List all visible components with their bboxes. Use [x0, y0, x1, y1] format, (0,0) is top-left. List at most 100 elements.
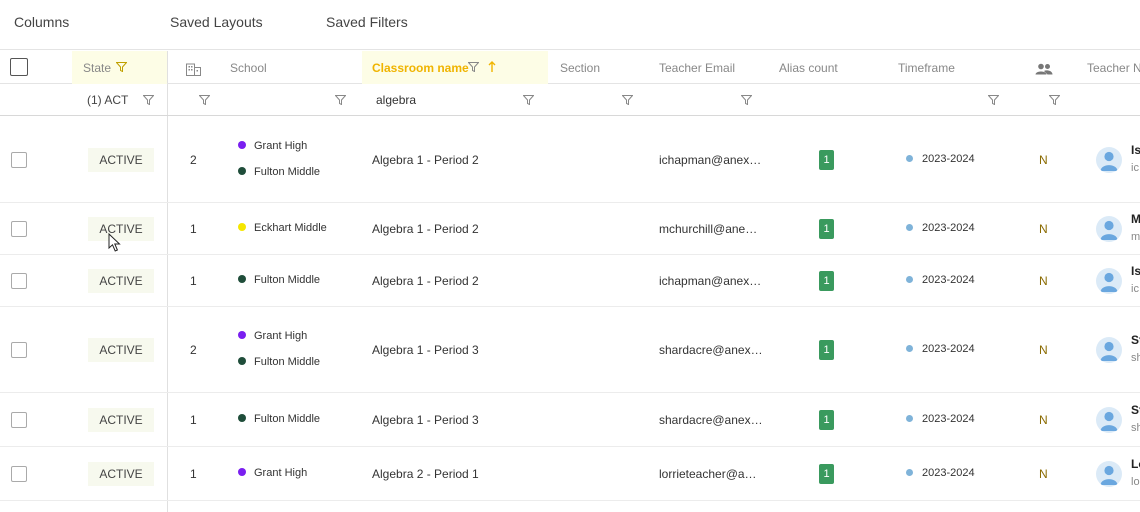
timeframe-label: 2023-2024: [922, 274, 975, 286]
school-name: Fulton Middle: [254, 356, 321, 368]
school-chip: Fulton Middle: [238, 166, 320, 178]
teacher-name: St: [1131, 403, 1140, 417]
avatar: [1096, 216, 1122, 242]
email-filter-icon[interactable]: [741, 95, 753, 105]
classroom-filter-icon[interactable]: [468, 62, 480, 72]
timeframe: 2023-2024: [906, 222, 975, 234]
teacher-name: Lo: [1131, 457, 1140, 471]
user-avatar-icon: [1100, 411, 1118, 431]
status-badge: ACTIVE: [88, 408, 154, 432]
timeframe: 2023-2024: [906, 413, 975, 425]
classroom-filter-input[interactable]: algebra: [376, 93, 416, 107]
teacher-email: shardacre@anex…: [659, 343, 763, 357]
header-teacher-name[interactable]: Teacher N: [1087, 61, 1140, 75]
school-count: 2: [190, 343, 197, 357]
school-count-filter-icon[interactable]: [199, 95, 211, 105]
school-chip: Fulton Middle: [238, 274, 320, 286]
saved-layouts-button[interactable]: Saved Layouts: [170, 14, 263, 30]
teacher-username: ic: [1131, 283, 1139, 295]
timeframe-filter-icon[interactable]: [988, 95, 1000, 105]
status-badge: ACTIVE: [88, 338, 154, 362]
school-color-dot: [238, 275, 246, 284]
table-row[interactable]: ACTIVE 2 Grant High Fulton Middle Algebra 1 …: [0, 117, 1140, 203]
n-value: N: [1039, 274, 1048, 288]
classroom-name: Algebra 1 - Period 2: [372, 222, 479, 236]
header-classroom-name[interactable]: Classroom name: [372, 61, 469, 75]
n-value: N: [1039, 413, 1048, 427]
alias-count-badge: 1: [819, 219, 834, 239]
avatar: [1096, 461, 1122, 487]
school-color-dot: [238, 468, 246, 477]
saved-filters-button[interactable]: Saved Filters: [326, 14, 408, 30]
columns-button[interactable]: Columns: [14, 14, 69, 30]
header-teacher-email[interactable]: Teacher Email: [659, 61, 735, 75]
teacher-name: St: [1131, 333, 1140, 347]
school-filter-icon[interactable]: [335, 95, 347, 105]
timeframe-dot: [906, 275, 913, 283]
teacher-username: ic: [1131, 162, 1139, 174]
table-row[interactable]: ACTIVE 1 Fulton Middle Algebra 1 - Period 3…: [0, 393, 1140, 447]
sort-ascending-icon[interactable]: [488, 61, 496, 73]
status-badge: ACTIVE: [88, 269, 154, 293]
teacher-email: ichapman@anex…: [659, 153, 762, 167]
table-row[interactable]: ACTIVE 2 Grant High Fulton Middle Algebra 1 …: [0, 307, 1140, 393]
teacher-name: Is: [1131, 264, 1140, 278]
row-checkbox[interactable]: [11, 342, 27, 358]
n-value: N: [1039, 222, 1048, 236]
timeframe-dot: [906, 154, 913, 162]
user-avatar-icon: [1100, 151, 1118, 171]
row-checkbox[interactable]: [11, 412, 27, 428]
timeframe: 2023-2024: [906, 274, 975, 286]
filter-row: (1) ACT algebra: [0, 84, 1140, 116]
state-filter-value[interactable]: (1) ACT: [87, 93, 128, 107]
school-name: Fulton Middle: [254, 413, 321, 425]
table-row[interactable]: ACTIVE 1 Eckhart Middle Algebra 1 - Period …: [0, 203, 1140, 255]
school-count: 2: [190, 153, 197, 167]
select-all-checkbox[interactable]: [10, 58, 28, 76]
school-count: 1: [190, 222, 197, 236]
classroom-name: Algebra 1 - Period 2: [372, 153, 479, 167]
row-checkbox[interactable]: [11, 466, 27, 482]
school-chip: Fulton Middle: [238, 356, 320, 368]
header-timeframe[interactable]: Timeframe: [898, 61, 955, 75]
timeframe: 2023-2024: [906, 467, 975, 479]
timeframe-label: 2023-2024: [922, 467, 975, 479]
avatar: [1096, 268, 1122, 294]
teacher-email: mchurchill@ane…: [659, 222, 758, 236]
header-school[interactable]: School: [230, 61, 267, 75]
building-icon: [186, 63, 201, 76]
teacher-name: M: [1131, 212, 1140, 226]
timeframe-label: 2023-2024: [922, 222, 975, 234]
school-count: 1: [190, 274, 197, 288]
school-chip: Fulton Middle: [238, 413, 320, 425]
classroom-name: Algebra 1 - Period 2: [372, 274, 479, 288]
header-section[interactable]: Section: [560, 61, 600, 75]
header-alias-count[interactable]: Alias count: [779, 61, 838, 75]
avatar: [1096, 147, 1122, 173]
header-state[interactable]: State: [83, 61, 111, 75]
table-row[interactable]: ACTIVE 1 Fulton Middle Algebra 1 - Period 2…: [0, 255, 1140, 307]
avatar: [1096, 407, 1122, 433]
user-avatar-icon: [1100, 341, 1118, 361]
timeframe: 2023-2024: [906, 153, 975, 165]
school-color-dot: [238, 414, 246, 423]
alias-count-badge: 1: [819, 464, 834, 484]
state-filter-menu-icon[interactable]: [143, 95, 155, 105]
table-row[interactable]: ACTIVE 1 Grant High Algebra 2 - Period 1 lor…: [0, 447, 1140, 501]
school-name: Fulton Middle: [254, 166, 321, 178]
row-checkbox[interactable]: [11, 221, 27, 237]
teacher-name: Is: [1131, 143, 1140, 157]
state-filter-icon[interactable]: [116, 62, 128, 72]
row-checkbox[interactable]: [11, 152, 27, 168]
teacher-email: ichapman@anex…: [659, 274, 762, 288]
school-color-dot: [238, 331, 246, 340]
status-badge: ACTIVE: [88, 148, 154, 172]
classroom-filter-menu-icon[interactable]: [523, 95, 535, 105]
section-filter-icon[interactable]: [622, 95, 634, 105]
row-checkbox[interactable]: [11, 273, 27, 289]
status-badge: ACTIVE: [88, 462, 154, 486]
n-value: N: [1039, 153, 1048, 167]
people-filter-icon[interactable]: [1049, 95, 1061, 105]
teacher-email: lorrieteacher@a…: [659, 467, 757, 481]
classroom-name: Algebra 2 - Period 1: [372, 467, 479, 481]
